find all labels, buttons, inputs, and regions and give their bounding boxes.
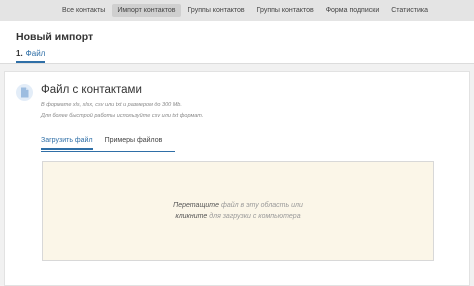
- dropzone-line-1: Перетащите файл в эту область или: [173, 200, 303, 211]
- nav-item-contact-groups-2[interactable]: Группы контактов: [252, 4, 319, 17]
- dropzone-line-2: кликните для загрузки с компьютера: [175, 211, 300, 222]
- dropzone-click-text: кликните: [175, 213, 208, 220]
- nav-item-contact-groups[interactable]: Группы контактов: [183, 4, 250, 17]
- nav-item-subscription-form[interactable]: Форма подписки: [321, 4, 385, 17]
- tabs-underline: [41, 151, 175, 152]
- page-header: Новый импорт 1. Файл: [0, 21, 474, 64]
- nav-item-import-contacts[interactable]: Импорт контактов: [112, 4, 181, 17]
- upload-tabs: Загрузить файл Примеры файлов: [41, 135, 174, 150]
- dropzone-line-2-rest: для загрузки с компьютера: [207, 213, 301, 220]
- dropzone-line-1-rest: файл в эту область или: [219, 202, 303, 209]
- nav-item-statistics[interactable]: Статистика: [386, 4, 433, 17]
- file-dropzone[interactable]: Перетащите файл в эту область или кликни…: [42, 161, 434, 261]
- top-navigation: Все контакты Импорт контактов Группы кон…: [0, 0, 474, 21]
- step-label: Файл: [25, 49, 46, 58]
- file-card: Файл с контактами В формате xls, xlsx, c…: [4, 71, 470, 286]
- tab-file-examples[interactable]: Примеры файлов: [105, 135, 163, 150]
- step-number: 1.: [16, 49, 23, 58]
- page-title: Новый импорт: [16, 31, 94, 43]
- card-title: Файл с контактами: [41, 84, 142, 96]
- file-icon: [16, 84, 33, 101]
- speed-hint: Для более быстрой работы используйте csv…: [41, 113, 204, 119]
- dropzone-drag-text: Перетащите: [173, 202, 220, 209]
- tab-upload-file[interactable]: Загрузить файл: [41, 135, 93, 150]
- format-hint: В формате xls, xlsx, csv или txt и разме…: [41, 102, 182, 108]
- nav-item-all-contacts[interactable]: Все контакты: [57, 4, 110, 17]
- step-tab-file[interactable]: 1. Файл: [16, 49, 46, 63]
